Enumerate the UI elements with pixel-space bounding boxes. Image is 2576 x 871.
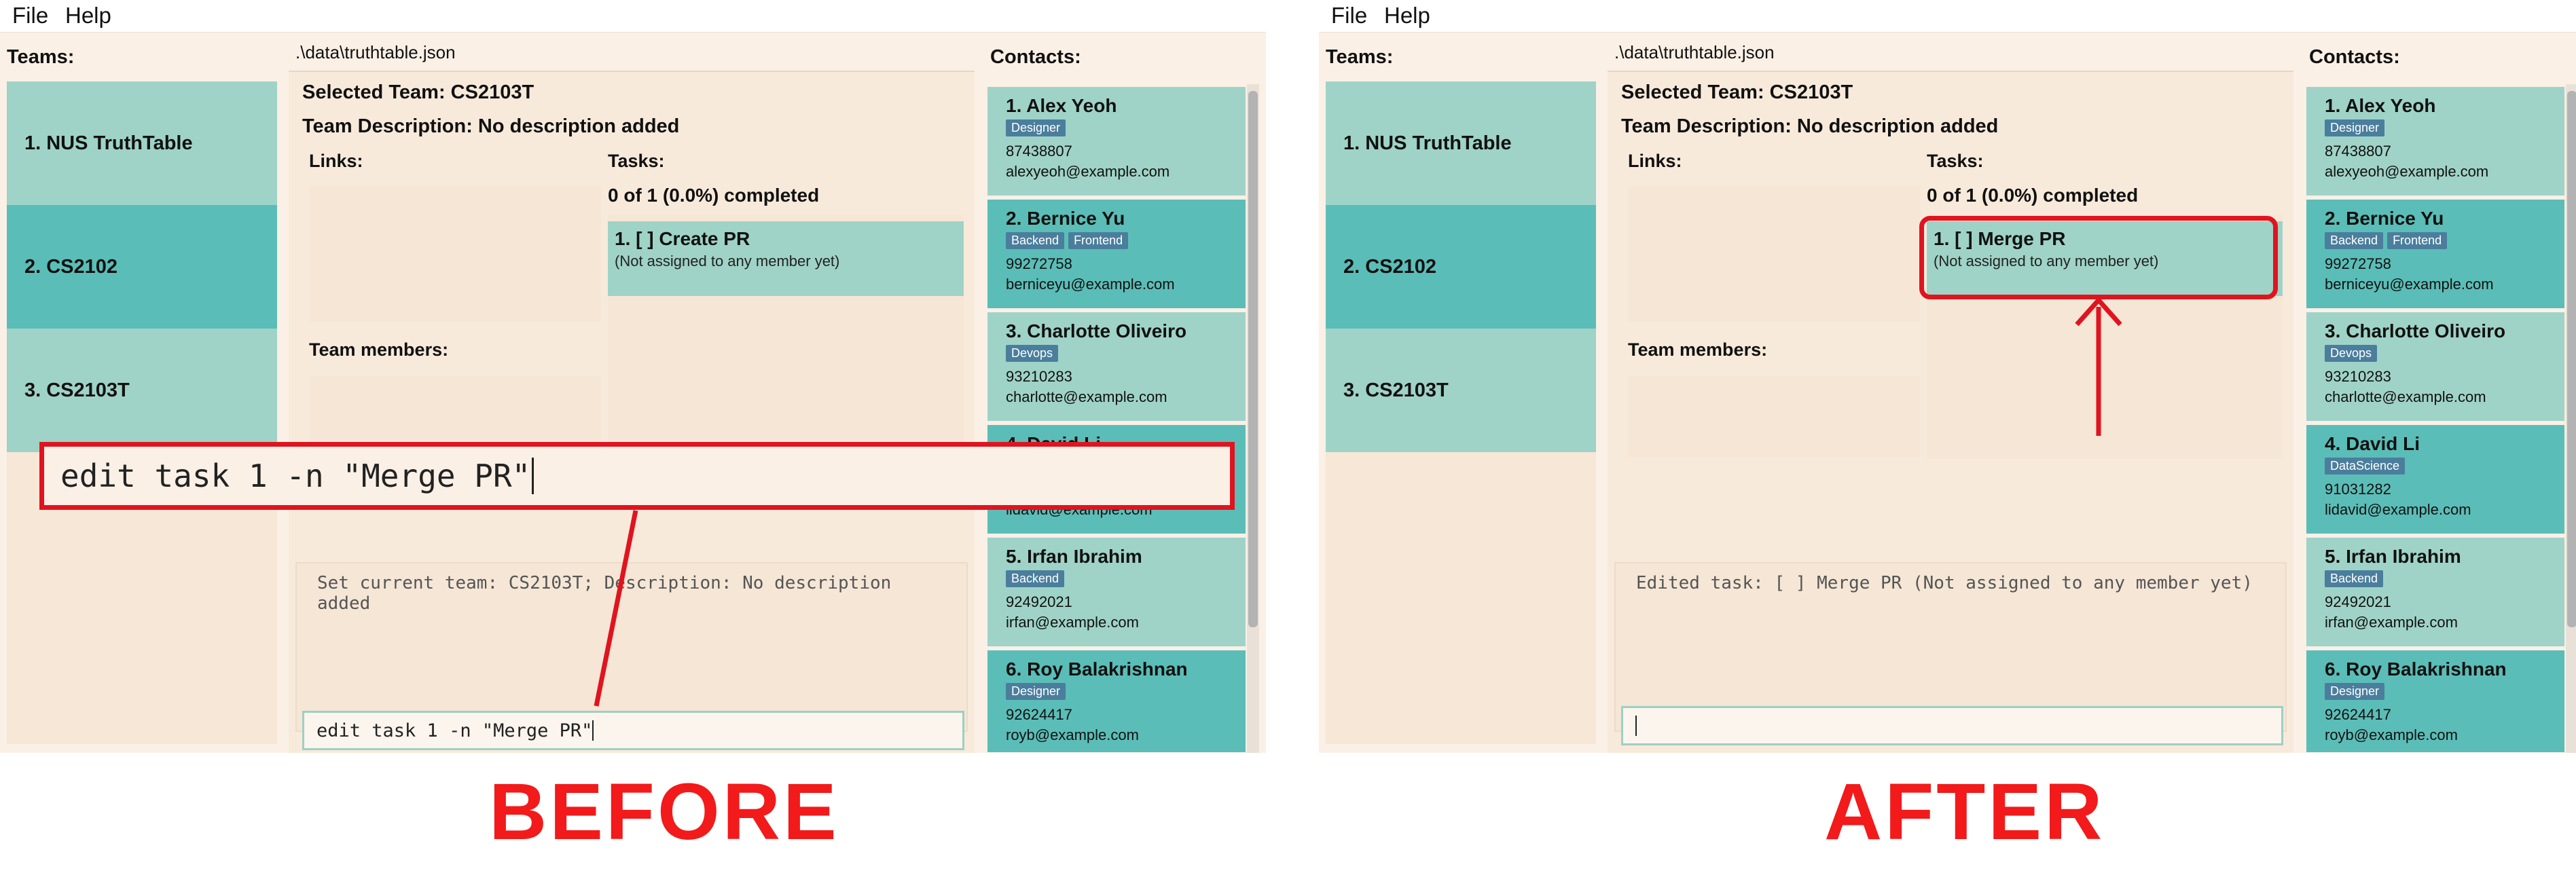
after-label: AFTER	[1824, 767, 2105, 857]
callout-connector-line	[594, 510, 638, 707]
before-label: BEFORE	[489, 767, 839, 857]
annotation-overlay	[594, 296, 2122, 707]
